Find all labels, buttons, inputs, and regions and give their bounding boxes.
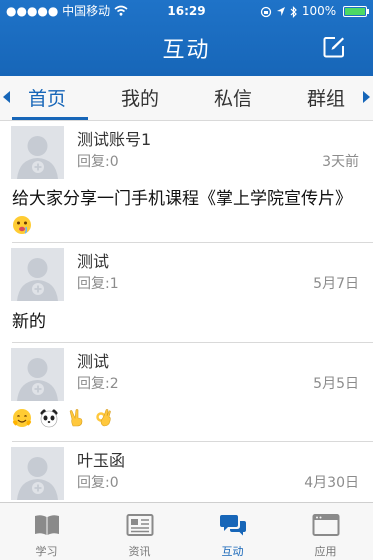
list-item[interactable]: 测试 回复:2 5月5日: [0, 343, 373, 442]
default-avatar-icon: [17, 358, 58, 401]
post-author[interactable]: 测试账号1: [77, 126, 151, 150]
list-item[interactable]: 叶玉函 回复:0 4月30日: [0, 442, 373, 501]
reply-count: 回复:0: [77, 475, 119, 491]
avatar[interactable]: [11, 447, 64, 500]
post-content[interactable]: 新的: [12, 309, 353, 335]
victory-hand-emoji-icon: [69, 409, 83, 427]
post-feed[interactable]: 测试账号1 回复:0 3天前 给大家分享一门手机课程《掌上学院宣传片》 测试 回…: [0, 121, 373, 501]
tabbar-item-news[interactable]: 资讯: [93, 503, 186, 560]
default-avatar-icon: [17, 258, 58, 301]
reply-count: 回复:2: [77, 376, 119, 392]
status-right: 100%: [260, 0, 369, 22]
tabs-scroll-right-icon[interactable]: [363, 91, 370, 103]
post-date: 3天前: [322, 154, 359, 170]
rotation-lock-icon: [261, 6, 272, 17]
avatar[interactable]: [11, 348, 64, 401]
post-author[interactable]: 测试: [77, 248, 109, 272]
drooling-emoji-icon: [13, 216, 31, 234]
list-item[interactable]: 测试 回复:1 5月7日 新的: [0, 243, 373, 343]
tab-mine[interactable]: 我的: [105, 84, 175, 111]
status-bar: ●●●●● 中国移动 16:29 100%: [0, 0, 373, 22]
tabbar-label: 互动: [221, 545, 244, 558]
battery-percent: 100%: [301, 4, 337, 18]
bottom-tab-bar: 学习 资讯 互动 应用: [0, 502, 373, 560]
post-date: 5月5日: [313, 376, 359, 392]
bluetooth-icon: [290, 5, 297, 18]
default-avatar-icon: [17, 457, 58, 500]
post-date: 4月30日: [304, 475, 359, 491]
post-text: 给大家分享一门手机课程《掌上学院宣传片》: [12, 189, 352, 209]
list-item[interactable]: 测试账号1 回复:0 3天前 给大家分享一门手机课程《掌上学院宣传片》: [0, 121, 373, 243]
battery-icon: [343, 6, 369, 17]
avatar[interactable]: [11, 126, 64, 179]
news-icon: [126, 514, 154, 536]
category-tabs: 首页 我的 私信 群组: [0, 76, 373, 121]
hugging-emoji-icon: [12, 409, 32, 427]
avatar[interactable]: [11, 248, 64, 301]
battery-fill: [345, 8, 365, 15]
tabbar-label: 应用: [314, 545, 337, 558]
chat-icon: [220, 515, 246, 536]
tabbar-item-study[interactable]: 学习: [0, 503, 93, 560]
tab-groups[interactable]: 群组: [291, 84, 361, 111]
book-icon: [35, 515, 59, 535]
location-icon: [277, 7, 286, 16]
page-title: 互动: [162, 38, 211, 63]
default-avatar-icon: [17, 136, 58, 179]
post-author[interactable]: 叶玉函: [77, 447, 125, 471]
compose-icon[interactable]: [323, 36, 345, 58]
post-date: 5月7日: [313, 276, 359, 292]
tab-messages[interactable]: 私信: [198, 84, 268, 111]
tabbar-item-apps[interactable]: 应用: [279, 503, 372, 560]
post-content[interactable]: [12, 405, 353, 431]
tabbar-item-interact[interactable]: 互动: [186, 503, 279, 560]
ok-hand-emoji-icon: [96, 409, 112, 427]
reply-count: 回复:0: [77, 154, 119, 170]
tabs-scroll-left-icon[interactable]: [3, 91, 10, 103]
tabbar-label: 资讯: [128, 545, 151, 558]
tab-home[interactable]: 首页: [12, 84, 82, 111]
post-content[interactable]: 给大家分享一门手机课程《掌上学院宣传片》: [12, 186, 353, 238]
panda-emoji-icon: [40, 409, 59, 428]
active-tab-indicator: [12, 117, 88, 120]
app-window-icon: [312, 514, 340, 536]
top-header: ●●●●● 中国移动 16:29 100% 互动: [0, 0, 373, 76]
tabbar-label: 学习: [35, 545, 58, 558]
reply-count: 回复:1: [77, 276, 119, 292]
post-author[interactable]: 测试: [77, 348, 109, 372]
